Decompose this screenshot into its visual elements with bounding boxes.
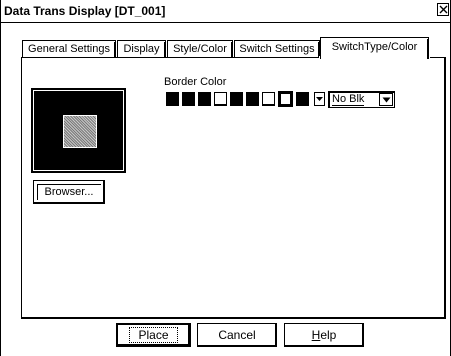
switch-preview-image bbox=[63, 115, 97, 148]
cancel-button[interactable]: Cancel bbox=[197, 323, 277, 347]
pattern-swatch[interactable] bbox=[246, 92, 259, 106]
dialog-window: Data Trans Display [DT_001] General Sett… bbox=[0, 0, 451, 356]
border-color-select[interactable]: No Blk bbox=[328, 91, 395, 108]
border-color-value: No Blk bbox=[332, 93, 365, 106]
pattern-dropdown-button[interactable] bbox=[314, 92, 325, 106]
pattern-swatch[interactable] bbox=[230, 92, 243, 106]
browser-button[interactable]: Browser... bbox=[33, 180, 105, 204]
chevron-down-icon bbox=[382, 97, 391, 103]
tab-switch-settings[interactable]: Switch Settings bbox=[234, 40, 320, 58]
pattern-swatch[interactable] bbox=[198, 92, 211, 106]
window-title: Data Trans Display [DT_001] bbox=[4, 4, 166, 18]
pattern-swatch[interactable] bbox=[166, 92, 179, 106]
close-button[interactable] bbox=[437, 3, 449, 16]
place-button[interactable]: Place bbox=[116, 323, 191, 347]
pattern-swatch[interactable] bbox=[296, 92, 309, 106]
pattern-swatch[interactable] bbox=[262, 92, 275, 106]
tab-switchtype-color[interactable]: SwitchType/Color bbox=[320, 37, 429, 59]
tab-display[interactable]: Display bbox=[117, 40, 166, 58]
pattern-swatch-selected[interactable] bbox=[279, 92, 292, 106]
close-icon bbox=[439, 5, 448, 14]
border-color-dropdown-button[interactable] bbox=[379, 93, 393, 106]
switch-preview bbox=[31, 88, 126, 173]
place-button-label: Place bbox=[129, 327, 178, 343]
tab-general-settings[interactable]: General Settings bbox=[22, 40, 116, 58]
cancel-button-label: Cancel bbox=[218, 328, 256, 342]
tab-style-color[interactable]: Style/Color bbox=[167, 40, 233, 58]
pattern-swatch[interactable] bbox=[182, 92, 195, 106]
chevron-down-icon bbox=[316, 97, 323, 101]
help-button[interactable]: Help bbox=[284, 323, 364, 347]
pattern-swatch[interactable] bbox=[214, 92, 227, 106]
title-bar[interactable]: Data Trans Display [DT_001] bbox=[1, 0, 450, 23]
browser-button-label: Browser... bbox=[44, 186, 94, 198]
border-color-label: Border Color bbox=[164, 76, 227, 88]
help-button-label: elp bbox=[320, 328, 337, 342]
